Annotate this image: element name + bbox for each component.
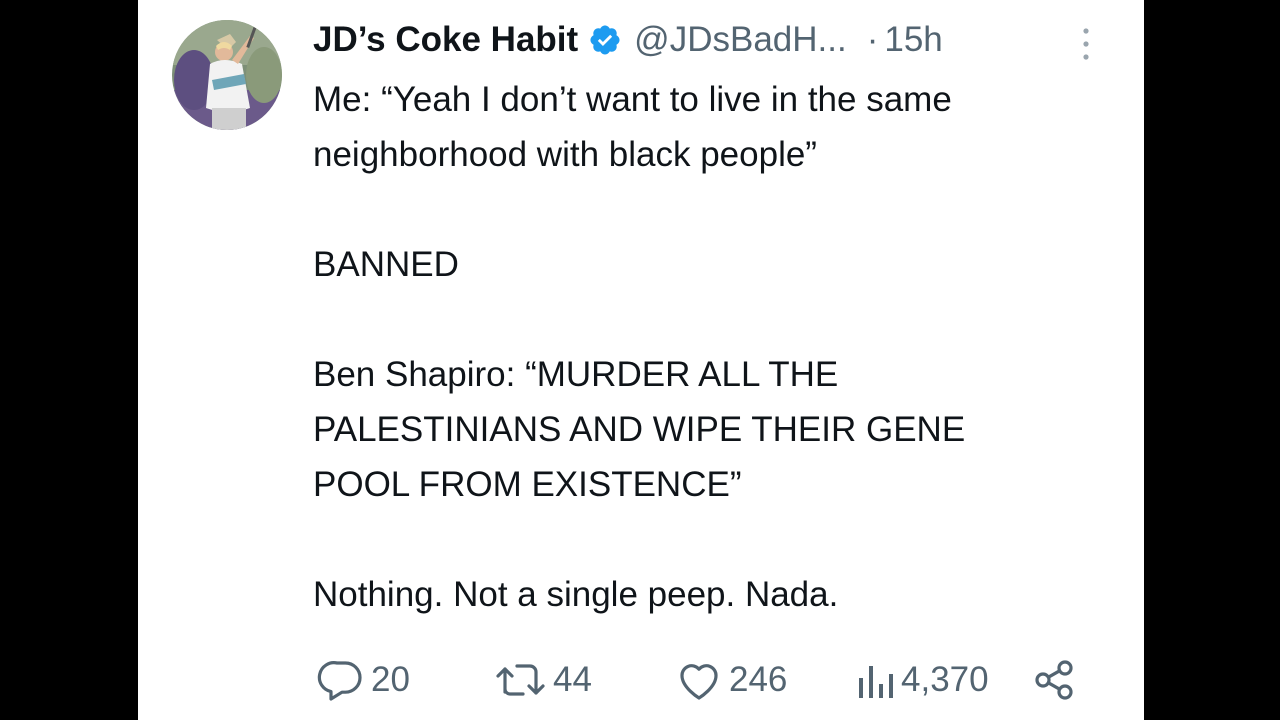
- tweet-line: BANNED: [313, 245, 459, 284]
- header-separator: ·: [866, 20, 879, 59]
- tweet-card[interactable]: JD’s Coke Habit @JDsBadH... · 15h Me: “Y…: [138, 0, 1144, 720]
- share-button[interactable]: [1033, 650, 1077, 710]
- screenshot-frame: JD’s Coke Habit @JDsBadH... · 15h Me: “Y…: [0, 0, 1280, 720]
- profile-avatar[interactable]: [172, 20, 282, 130]
- retweet-count: 44: [553, 660, 592, 699]
- more-options-button[interactable]: [1074, 24, 1098, 64]
- tweet-header: JD’s Coke Habit @JDsBadH... · 15h: [313, 14, 943, 66]
- avatar-image: [172, 20, 282, 130]
- tweet-line: Me: “Yeah I don’t want to live in the sa…: [313, 80, 952, 119]
- heart-icon: [680, 664, 718, 700]
- tweet-line: Ben Shapiro: “MURDER ALL THE: [313, 355, 839, 394]
- tweet-line: POOL FROM EXISTENCE”: [313, 465, 742, 504]
- like-button[interactable]: 246: [675, 650, 787, 710]
- reply-button[interactable]: 20: [317, 650, 410, 710]
- share-icon: [1035, 660, 1073, 700]
- tweet-body: Me: “Yeah I don’t want to live in the sa…: [313, 72, 1113, 622]
- view-count: 4,370: [901, 660, 989, 699]
- views-button[interactable]: 4,370: [853, 650, 989, 710]
- verified-badge-icon[interactable]: [588, 23, 622, 57]
- tweet-line: PALESTINIANS AND WIPE THEIR GENE: [313, 410, 966, 449]
- display-name[interactable]: JD’s Coke Habit: [313, 20, 578, 60]
- retweet-button[interactable]: 44: [493, 650, 592, 710]
- like-count: 246: [729, 660, 788, 699]
- reply-icon: [317, 661, 362, 701]
- tweet-line: neighborhood with black people”: [313, 135, 817, 174]
- timestamp[interactable]: 15h: [884, 20, 942, 60]
- retweet-icon: [496, 664, 545, 696]
- tweet-actions: 20 44 246 4,370: [313, 650, 1103, 710]
- views-chart-icon: [859, 666, 893, 698]
- more-options-icon: [1083, 28, 1089, 60]
- user-handle[interactable]: @JDsBadH...: [634, 20, 847, 60]
- reply-count: 20: [371, 660, 410, 699]
- tweet-line: Nothing. Not a single peep. Nada.: [313, 575, 839, 614]
